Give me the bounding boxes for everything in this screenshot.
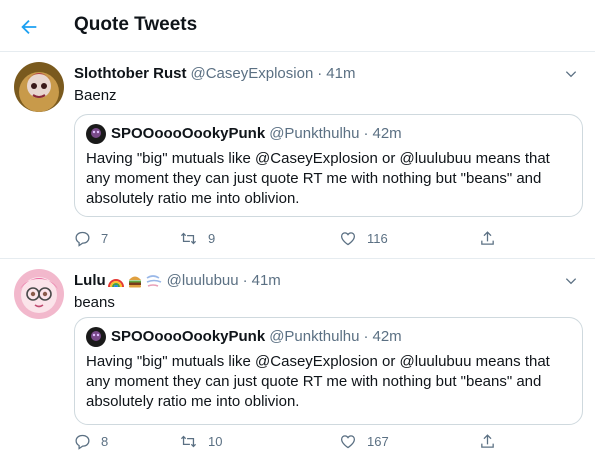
- user-handle: @Punkthulhu: [269, 328, 360, 345]
- avatar: [86, 327, 106, 347]
- timestamp: 42m: [372, 328, 402, 345]
- share-button[interactable]: [479, 431, 496, 451]
- separator-dot: ·: [363, 125, 369, 142]
- share-icon: [481, 433, 494, 448]
- more-options-button[interactable]: [561, 271, 581, 291]
- reply-count: 7: [101, 230, 109, 246]
- wind-face-icon: [146, 275, 161, 287]
- separator-dot: ·: [363, 328, 369, 345]
- timestamp[interactable]: 41m: [252, 271, 281, 291]
- page-header: Quote Tweets: [0, 0, 595, 52]
- quoted-tweet-header: SPOOoooOookyPunk @Punkthulhu · 42m: [86, 327, 402, 347]
- tweet[interactable]: Lulu @luulubuu · 41m beans SPOOoooOookyP…: [0, 259, 595, 472]
- user-handle[interactable]: @CaseyExplosion: [191, 64, 314, 84]
- tweet-text: beans: [74, 294, 115, 311]
- tweet-actions: 8 10 167: [74, 431, 514, 451]
- reply-icon: [75, 231, 90, 247]
- arrow-left-icon: [21, 19, 37, 35]
- reply-icon: [75, 434, 90, 450]
- chevron-down-icon: [565, 278, 577, 285]
- like-count: 116: [367, 230, 388, 246]
- tweet[interactable]: Slothtober Rust @CaseyExplosion · 41m Ba…: [0, 52, 595, 259]
- display-name: SPOOoooOookyPunk: [111, 125, 266, 142]
- reply-count: 8: [101, 433, 109, 449]
- retweet-count: 9: [208, 230, 216, 246]
- display-name: SPOOoooOookyPunk: [111, 328, 266, 345]
- quoted-tweet-header: SPOOoooOookyPunk @Punkthulhu · 42m: [86, 124, 402, 144]
- display-name[interactable]: Slothtober Rust: [74, 64, 187, 84]
- quoted-tweet-text: Having "big" mutuals like @CaseyExplosio…: [86, 353, 550, 410]
- timestamp: 42m: [372, 125, 402, 142]
- timestamp[interactable]: 41m: [326, 64, 355, 84]
- share-button[interactable]: [479, 228, 496, 248]
- retweet-count: 10: [208, 433, 223, 449]
- tweet-actions: 7 9 116: [74, 228, 514, 248]
- display-name[interactable]: Lulu: [74, 271, 106, 291]
- retweet-icon: [180, 232, 197, 244]
- user-handle: @Punkthulhu: [269, 125, 360, 142]
- tweet-header: Lulu @luulubuu · 41m: [74, 271, 281, 291]
- quoted-tweet[interactable]: SPOOoooOookyPunk @Punkthulhu · 42m Havin…: [74, 317, 583, 425]
- reply-button[interactable]: 7: [74, 228, 108, 248]
- quoted-tweet-text: Having "big" mutuals like @CaseyExplosio…: [86, 150, 550, 207]
- tweet-header: Slothtober Rust @CaseyExplosion · 41m: [74, 64, 355, 84]
- reply-button[interactable]: 8: [74, 431, 108, 451]
- retweet-button[interactable]: 10: [179, 431, 222, 451]
- retweet-icon: [180, 435, 197, 447]
- quoted-tweet[interactable]: SPOOoooOookyPunk @Punkthulhu · 42m Havin…: [74, 114, 583, 217]
- avatar[interactable]: [14, 62, 64, 112]
- chevron-down-icon: [565, 71, 577, 78]
- avatar[interactable]: [14, 269, 64, 319]
- heart-icon: [340, 434, 356, 448]
- separator-dot: ·: [242, 272, 248, 289]
- burger-icon: [128, 276, 141, 288]
- user-handle[interactable]: @luulubuu: [167, 271, 239, 291]
- like-button[interactable]: 116: [339, 228, 388, 248]
- more-options-button[interactable]: [561, 64, 581, 84]
- separator-dot: ·: [317, 65, 323, 82]
- retweet-button[interactable]: 9: [179, 228, 215, 248]
- tweet-text: Baenz: [74, 87, 117, 104]
- page-title: Quote Tweets: [74, 14, 198, 35]
- back-button[interactable]: [14, 12, 44, 42]
- rainbow-icon: [107, 279, 124, 288]
- heart-icon: [340, 231, 356, 245]
- like-count: 167: [367, 433, 389, 449]
- like-button[interactable]: 167: [339, 431, 389, 451]
- share-icon: [481, 230, 494, 245]
- avatar: [86, 124, 106, 144]
